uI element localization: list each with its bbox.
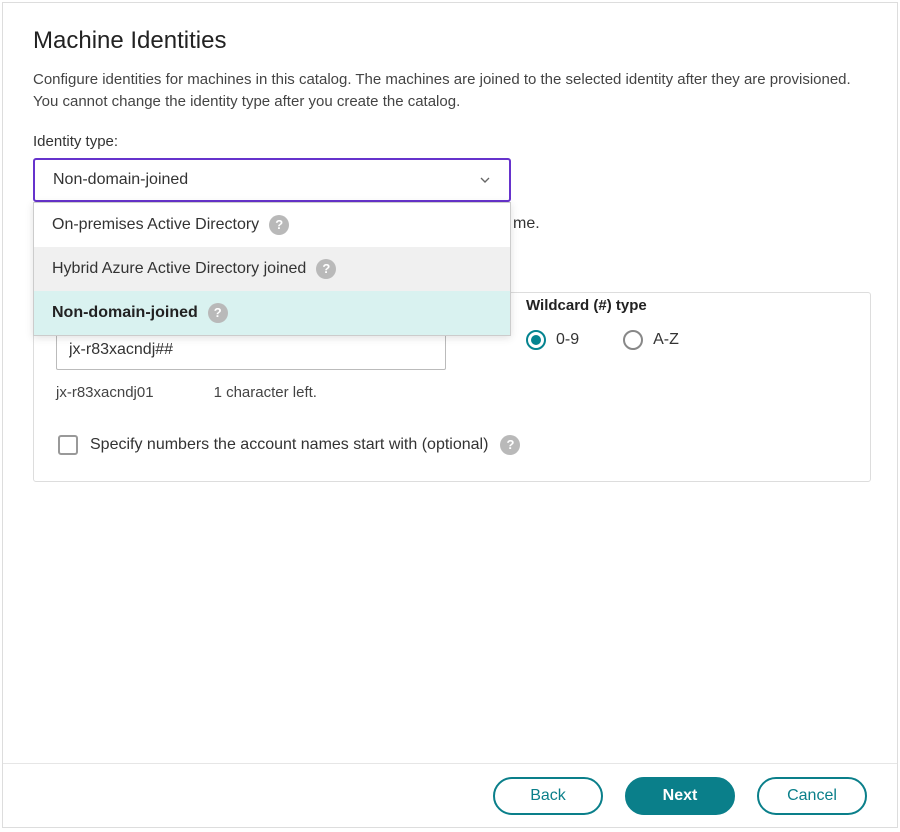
- dropdown-option-ad[interactable]: On-premises Active Directory ?: [34, 203, 510, 247]
- dropdown-option-label: Hybrid Azure Active Directory joined: [52, 260, 306, 278]
- next-button[interactable]: Next: [625, 777, 735, 815]
- wildcard-radio-a-z[interactable]: A-Z: [623, 330, 679, 350]
- identity-type-dropdown: On-premises Active Directory ? Hybrid Az…: [33, 202, 511, 336]
- specify-start-numbers-row: Specify numbers the account names start …: [58, 435, 848, 455]
- dialog-footer: Back Next Cancel: [3, 763, 897, 827]
- identity-type-select-wrap: Non-domain-joined On-premises Active Dir…: [33, 158, 511, 202]
- dropdown-option-hybrid[interactable]: Hybrid Azure Active Directory joined ?: [34, 247, 510, 291]
- dropdown-option-non-domain[interactable]: Non-domain-joined ?: [34, 291, 510, 335]
- help-icon[interactable]: ?: [269, 215, 289, 235]
- characters-left: 1 character left.: [214, 384, 317, 401]
- machine-identities-dialog: Machine Identities Configure identities …: [2, 2, 898, 828]
- identity-type-select[interactable]: Non-domain-joined: [33, 158, 511, 202]
- cancel-button[interactable]: Cancel: [757, 777, 867, 815]
- page-description: Configure identities for machines in thi…: [33, 69, 867, 113]
- naming-scheme-input[interactable]: [56, 330, 446, 370]
- identity-type-label: Identity type:: [33, 133, 867, 150]
- identity-type-selected-value: Non-domain-joined: [53, 171, 188, 189]
- checkbox-label: Specify numbers the account names start …: [90, 436, 488, 454]
- radio-label: 0-9: [556, 331, 579, 349]
- obscured-text-fragment: me.: [513, 215, 540, 233]
- help-icon[interactable]: ?: [500, 435, 520, 455]
- radio-label: A-Z: [653, 331, 679, 349]
- dropdown-option-label: On-premises Active Directory: [52, 216, 259, 234]
- dropdown-option-label: Non-domain-joined: [52, 304, 198, 322]
- specify-start-numbers-checkbox[interactable]: [58, 435, 78, 455]
- wildcard-type-label: Wildcard (#) type: [526, 297, 679, 314]
- help-icon[interactable]: ?: [208, 303, 228, 323]
- dialog-content: Machine Identities Configure identities …: [3, 3, 897, 757]
- naming-preview: jx-r83xacndj01: [56, 384, 154, 401]
- radio-icon: [623, 330, 643, 350]
- radio-icon: [526, 330, 546, 350]
- help-icon[interactable]: ?: [316, 259, 336, 279]
- page-title: Machine Identities: [33, 27, 867, 55]
- wildcard-radio-0-9[interactable]: 0-9: [526, 330, 579, 350]
- back-button[interactable]: Back: [493, 777, 603, 815]
- chevron-down-icon: [477, 171, 495, 189]
